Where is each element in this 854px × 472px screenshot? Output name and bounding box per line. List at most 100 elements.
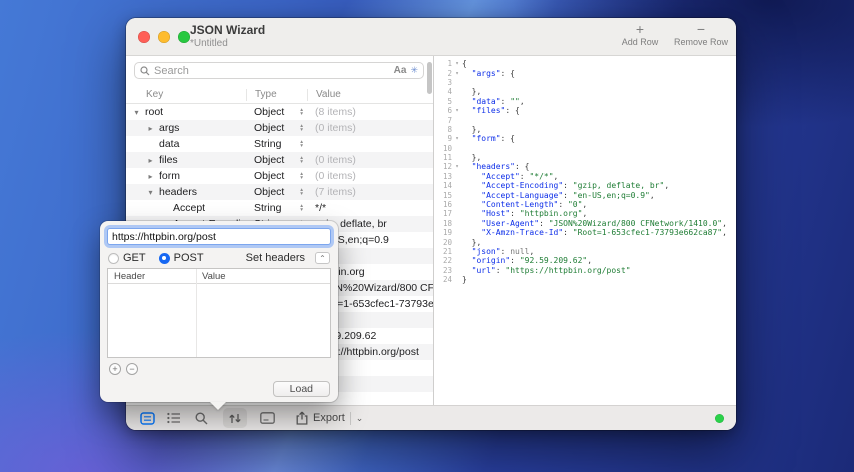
code-line[interactable]: 15 "Accept-Language": "en-US,en;q=0.9", — [436, 190, 736, 199]
table-row[interactable]: Accept String▴▾*/* — [126, 200, 433, 216]
code-text: "files": { — [462, 106, 736, 115]
code-text: "X-Amzn-Trace-Id": "Root=1-653cfec1-7379… — [462, 228, 736, 237]
titlebar[interactable]: JSON Wizard *Untitled + Add Row − Remove… — [126, 18, 736, 56]
collapse-headers-button[interactable]: ⌃ — [315, 252, 330, 264]
disclosure-icon[interactable]: ▾ — [146, 188, 155, 197]
code-text: "Accept-Language": "en-US,en;q=0.9", — [462, 191, 736, 200]
code-line[interactable]: 7 — [436, 115, 736, 124]
desktop-wallpaper: JSON Wizard *Untitled + Add Row − Remove… — [0, 0, 854, 472]
zoom-button[interactable] — [178, 31, 190, 43]
code-text: "headers": { — [462, 162, 736, 171]
code-line[interactable]: 12▾ "headers": { — [436, 162, 736, 171]
disclosure-icon[interactable]: ▸ — [146, 156, 155, 165]
line-number: 24 — [436, 275, 452, 284]
row-key: Accept — [173, 202, 205, 214]
method-get-radio[interactable]: GET — [108, 252, 146, 264]
code-line[interactable]: 23 "url": "https://httpbin.org/post" — [436, 266, 736, 275]
remove-header-button[interactable]: − — [126, 363, 138, 375]
code-line[interactable]: 18 "User-Agent": "JSON%20Wizard/800 CFNe… — [436, 219, 736, 228]
console-button[interactable] — [258, 408, 276, 428]
status-indicator — [715, 414, 724, 423]
table-row[interactable]: ▾headersObject▴▾(7 items) — [126, 184, 433, 200]
fold-toggle-icon[interactable]: ▾ — [452, 107, 462, 114]
line-number: 16 — [436, 200, 452, 209]
line-number: 14 — [436, 181, 452, 190]
value-cell[interactable]: (7 items) — [307, 186, 433, 198]
type-select[interactable]: Object▴▾ — [246, 154, 307, 166]
view-outline-button[interactable] — [138, 408, 156, 428]
search-field[interactable]: Aa ✳ — [134, 62, 424, 79]
minimize-button[interactable] — [158, 31, 170, 43]
code-line[interactable]: 24} — [436, 275, 736, 284]
code-lines[interactable]: 1▾{2▾ "args": {34 },5 "data": "",6▾ "fil… — [436, 59, 736, 284]
code-line[interactable]: 10 — [436, 144, 736, 153]
value-cell[interactable]: (8 items) — [307, 106, 433, 118]
method-post-radio[interactable]: POST — [159, 252, 204, 264]
fold-toggle-icon[interactable]: ▾ — [452, 60, 462, 67]
add-header-button[interactable]: + — [109, 363, 121, 375]
load-button[interactable]: Load — [273, 381, 330, 397]
table-row[interactable]: ▸argsObject▴▾(0 items) — [126, 120, 433, 136]
code-line[interactable]: 4 }, — [436, 87, 736, 96]
line-number: 22 — [436, 256, 452, 265]
code-line[interactable]: 13 "Accept": "*/*", — [436, 172, 736, 181]
code-line[interactable]: 19 "X-Amzn-Trace-Id": "Root=1-653cfec1-7… — [436, 228, 736, 237]
code-line[interactable]: 14 "Accept-Encoding": "gzip, deflate, br… — [436, 181, 736, 190]
value-cell[interactable]: (0 items) — [307, 154, 433, 166]
wildcard-icon[interactable]: ✳ — [410, 65, 418, 76]
code-text: "Content-Length": "0", — [462, 200, 736, 209]
fold-toggle-icon[interactable]: ▾ — [452, 135, 462, 142]
method-row: GET POST Set headers ⌃ — [108, 252, 330, 264]
search-input[interactable] — [154, 65, 390, 77]
disclosure-icon[interactable]: ▸ — [146, 124, 155, 133]
type-select[interactable]: String▴▾ — [246, 202, 307, 214]
code-line[interactable]: 17 "Host": "httpbin.org", — [436, 209, 736, 218]
fold-toggle-icon[interactable]: ▾ — [452, 163, 462, 170]
code-line[interactable]: 8 }, — [436, 125, 736, 134]
code-line[interactable]: 16 "Content-Length": "0", — [436, 200, 736, 209]
type-select[interactable]: Object▴▾ — [246, 106, 307, 118]
code-line[interactable]: 1▾{ — [436, 59, 736, 68]
view-list-button[interactable] — [165, 408, 183, 428]
code-line[interactable]: 22 "origin": "92.59.209.62", — [436, 256, 736, 265]
headers-table[interactable]: Header Value — [107, 268, 331, 358]
code-line[interactable]: 11 }, — [436, 153, 736, 162]
match-case-button[interactable]: Aa — [394, 65, 407, 76]
set-headers-label: Set headers — [246, 252, 305, 264]
load-url-button[interactable] — [223, 408, 247, 428]
disclosure-icon[interactable]: ▾ — [132, 108, 141, 117]
table-row[interactable]: ▸filesObject▴▾(0 items) — [126, 152, 433, 168]
type-select[interactable]: String▴▾ — [246, 138, 307, 150]
code-line[interactable]: 2▾ "args": { — [436, 68, 736, 77]
type-select[interactable]: Object▴▾ — [246, 122, 307, 134]
value-cell[interactable]: (0 items) — [307, 122, 433, 134]
plus-icon: + — [636, 22, 644, 36]
remove-row-button[interactable]: − Remove Row — [674, 22, 728, 47]
table-row[interactable]: ▸formObject▴▾(0 items) — [126, 168, 433, 184]
code-line[interactable]: 20 }, — [436, 237, 736, 246]
column-headers[interactable]: Key Type Value — [126, 86, 433, 104]
code-line[interactable]: 9▾ "form": { — [436, 134, 736, 143]
type-select[interactable]: Object▴▾ — [246, 186, 307, 198]
table-row[interactable]: ▾rootObject▴▾(8 items) — [126, 104, 433, 120]
view-search-button[interactable] — [192, 408, 210, 428]
type-stepper-icon: ▴▾ — [300, 172, 303, 180]
line-number: 2 — [436, 69, 452, 78]
add-row-button[interactable]: + Add Row — [614, 22, 666, 47]
code-line[interactable]: 21 "json": null, — [436, 247, 736, 256]
type-select[interactable]: Object▴▾ — [246, 170, 307, 182]
export-button[interactable]: Export ⌄ — [290, 409, 369, 427]
url-input[interactable] — [107, 228, 331, 245]
value-cell[interactable]: (0 items) — [307, 170, 433, 182]
code-line[interactable]: 5 "data": "", — [436, 97, 736, 106]
code-line[interactable]: 3 — [436, 78, 736, 87]
value-cell[interactable]: */* — [307, 202, 433, 214]
table-row[interactable]: dataString▴▾ — [126, 136, 433, 152]
close-button[interactable] — [138, 31, 150, 43]
fold-toggle-icon[interactable]: ▾ — [452, 70, 462, 77]
type-stepper-icon: ▴▾ — [300, 156, 303, 164]
scrollbar-thumb[interactable] — [427, 62, 432, 94]
disclosure-icon[interactable]: ▸ — [146, 172, 155, 181]
chevron-down-icon[interactable]: ⌄ — [356, 413, 364, 424]
code-line[interactable]: 6▾ "files": { — [436, 106, 736, 115]
